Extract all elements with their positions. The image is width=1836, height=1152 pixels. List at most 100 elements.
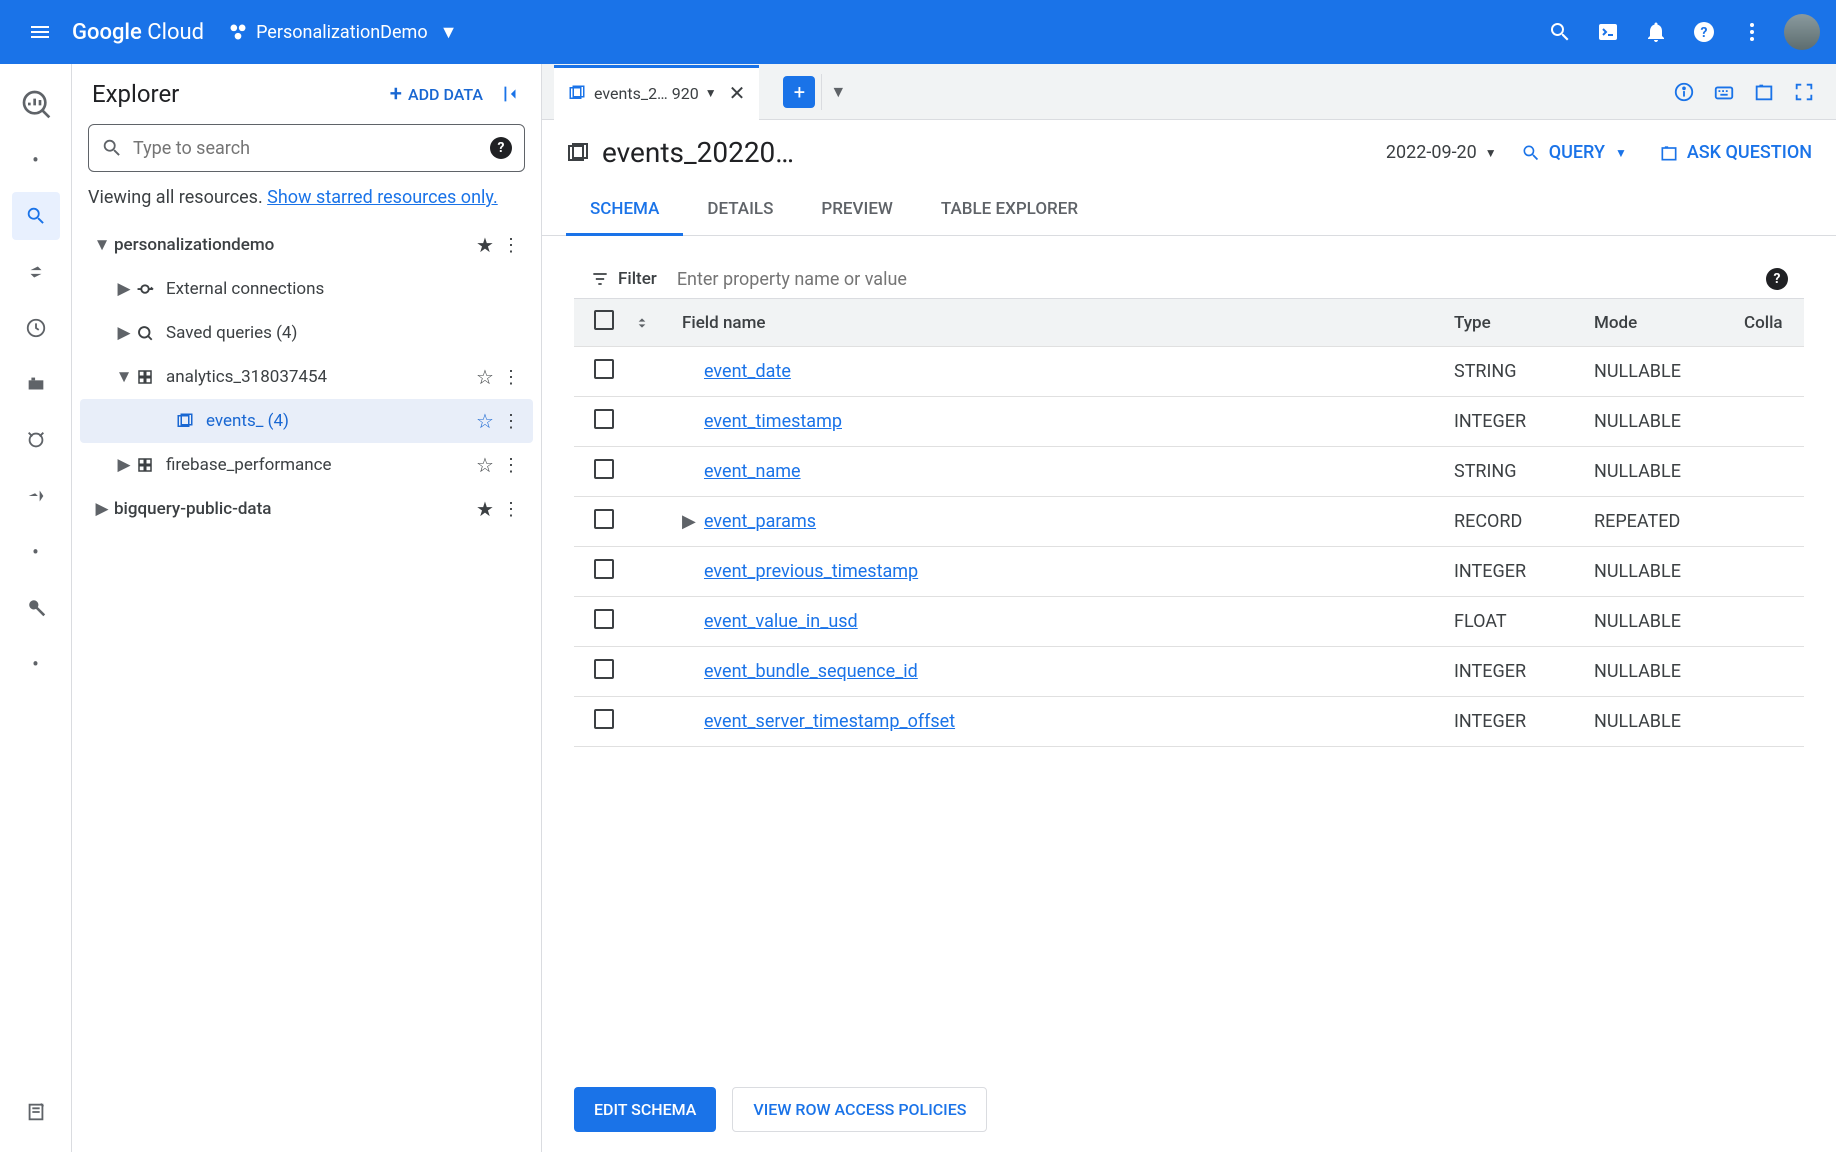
explorer-search-box[interactable]: ?: [88, 124, 525, 172]
more-menu-button[interactable]: [1728, 8, 1776, 56]
tab-schema[interactable]: SCHEMA: [566, 185, 683, 236]
rail-dot-2[interactable]: •: [12, 528, 60, 576]
row-checkbox[interactable]: [594, 609, 614, 629]
field-name-link[interactable]: event_timestamp: [704, 411, 842, 432]
field-name-link[interactable]: event_server_timestamp_offset: [704, 711, 955, 732]
more-vert-icon[interactable]: ⋮: [499, 411, 523, 432]
filter-label: Filter: [618, 269, 657, 289]
more-vert-icon[interactable]: ⋮: [499, 235, 523, 256]
partition-selector[interactable]: 2022-09-20 ▼: [1386, 142, 1497, 163]
header-search-button[interactable]: [1536, 8, 1584, 56]
schema-filter-input[interactable]: [677, 269, 1766, 290]
new-tab-button[interactable]: +: [783, 76, 815, 108]
hamburger-menu-button[interactable]: [16, 8, 64, 56]
tree-saved-queries[interactable]: ▶ Saved queries (4): [80, 311, 533, 355]
field-name-link[interactable]: event_name: [704, 461, 801, 482]
panel-icon: [1659, 143, 1679, 163]
dataset-icon: [136, 368, 160, 386]
edit-schema-button[interactable]: EDIT SCHEMA: [574, 1087, 716, 1132]
view-row-policies-button[interactable]: VIEW ROW ACCESS POLICIES: [732, 1087, 987, 1132]
tab-preview[interactable]: PREVIEW: [797, 185, 917, 235]
rail-settings[interactable]: [12, 584, 60, 632]
show-starred-link[interactable]: Show starred resources only.: [267, 187, 498, 208]
row-checkbox[interactable]: [594, 659, 614, 679]
help-button[interactable]: ?: [1680, 8, 1728, 56]
explorer-search-input[interactable]: [133, 138, 490, 159]
field-name-link[interactable]: event_date: [704, 361, 791, 382]
field-type: INTEGER: [1454, 711, 1594, 732]
rail-dot-3[interactable]: •: [12, 640, 60, 688]
rail-search[interactable]: [12, 192, 60, 240]
rail-scheduled[interactable]: [12, 304, 60, 352]
chevron-right-icon[interactable]: ▶: [112, 455, 136, 475]
star-filled-icon[interactable]: ★: [471, 233, 499, 257]
rail-bigquery-icon[interactable]: [12, 80, 60, 128]
query-button[interactable]: QUERY ▼: [1521, 142, 1627, 163]
tree-dataset-analytics[interactable]: ▼ analytics_318037454 ☆ ⋮: [80, 355, 533, 399]
rail-transfers[interactable]: [12, 248, 60, 296]
chevron-down-icon[interactable]: ▼: [705, 86, 717, 100]
fullscreen-button[interactable]: [1784, 72, 1824, 112]
tab-table-explorer[interactable]: TABLE EXPLORER: [917, 185, 1102, 235]
chevron-down-icon[interactable]: ▼: [90, 235, 114, 255]
search-help-icon[interactable]: ?: [490, 137, 512, 159]
rail-notes[interactable]: [12, 1088, 60, 1136]
user-avatar[interactable]: [1784, 14, 1820, 50]
query-icon: [136, 324, 160, 342]
field-mode: NULLABLE: [1594, 361, 1744, 382]
chevron-right-icon[interactable]: ▶: [90, 499, 114, 519]
rail-dot-1[interactable]: •: [12, 136, 60, 184]
add-data-button[interactable]: + ADD DATA: [390, 82, 483, 107]
tree-dataset-firebase[interactable]: ▶ firebase_performance ☆ ⋮: [80, 443, 533, 487]
field-mode: NULLABLE: [1594, 711, 1744, 732]
row-checkbox[interactable]: [594, 409, 614, 429]
google-cloud-logo[interactable]: Google Cloud: [72, 20, 204, 45]
info-button[interactable]: [1664, 72, 1704, 112]
keyboard-button[interactable]: [1704, 72, 1744, 112]
tree-external-connections[interactable]: ▶ External connections: [80, 267, 533, 311]
star-outline-icon[interactable]: ☆: [471, 409, 499, 433]
collapse-panel-button[interactable]: [499, 83, 521, 105]
sort-icon[interactable]: [634, 315, 674, 331]
star-filled-icon[interactable]: ★: [471, 497, 499, 521]
star-outline-icon[interactable]: ☆: [471, 365, 499, 389]
row-checkbox[interactable]: [594, 459, 614, 479]
chevron-down-icon[interactable]: ▼: [112, 367, 136, 387]
chevron-right-icon[interactable]: ▶: [112, 279, 136, 299]
notifications-button[interactable]: [1632, 8, 1680, 56]
select-all-checkbox[interactable]: [594, 310, 614, 330]
field-type: INTEGER: [1454, 661, 1594, 682]
row-checkbox[interactable]: [594, 559, 614, 579]
tab-dropdown[interactable]: ▼: [821, 74, 854, 110]
schema-filter-row: Filter ?: [574, 260, 1804, 299]
star-outline-icon[interactable]: ☆: [471, 453, 499, 477]
row-checkbox[interactable]: [594, 359, 614, 379]
workspace-tab[interactable]: events_2… 920 ▼ ✕: [554, 65, 759, 120]
cloud-shell-button[interactable]: [1584, 8, 1632, 56]
row-checkbox[interactable]: [594, 709, 614, 729]
field-name-link[interactable]: event_bundle_sequence_id: [704, 661, 918, 682]
ask-question-button[interactable]: ASK QUESTION: [1659, 142, 1812, 163]
more-vert-icon[interactable]: ⋮: [499, 499, 523, 520]
more-vert-icon[interactable]: ⋮: [499, 455, 523, 476]
expand-icon[interactable]: ▶: [682, 511, 698, 532]
project-selector[interactable]: PersonalizationDemo ▼: [228, 22, 457, 43]
chevron-right-icon[interactable]: ▶: [112, 323, 136, 343]
tree-project[interactable]: ▼ personalizationdemo ★ ⋮: [80, 223, 533, 267]
resource-tree: ▼ personalizationdemo ★ ⋮ ▶ External con…: [72, 223, 541, 531]
field-name-link[interactable]: event_value_in_usd: [704, 611, 858, 632]
filter-help-icon[interactable]: ?: [1766, 268, 1788, 290]
tree-project-public[interactable]: ▶ bigquery-public-data ★ ⋮: [80, 487, 533, 531]
rail-migration[interactable]: [12, 472, 60, 520]
tab-details[interactable]: DETAILS: [683, 185, 797, 235]
field-name-link[interactable]: event_params: [704, 511, 816, 532]
rail-reservations[interactable]: [12, 360, 60, 408]
rail-biengine[interactable]: [12, 416, 60, 464]
tree-table-events[interactable]: events_ (4) ☆ ⋮: [80, 399, 533, 443]
row-checkbox[interactable]: [594, 509, 614, 529]
history-button[interactable]: [1744, 72, 1784, 112]
more-vert-icon[interactable]: ⋮: [499, 367, 523, 388]
close-tab-button[interactable]: ✕: [729, 81, 746, 105]
search-icon: [1521, 143, 1541, 163]
field-name-link[interactable]: event_previous_timestamp: [704, 561, 918, 582]
